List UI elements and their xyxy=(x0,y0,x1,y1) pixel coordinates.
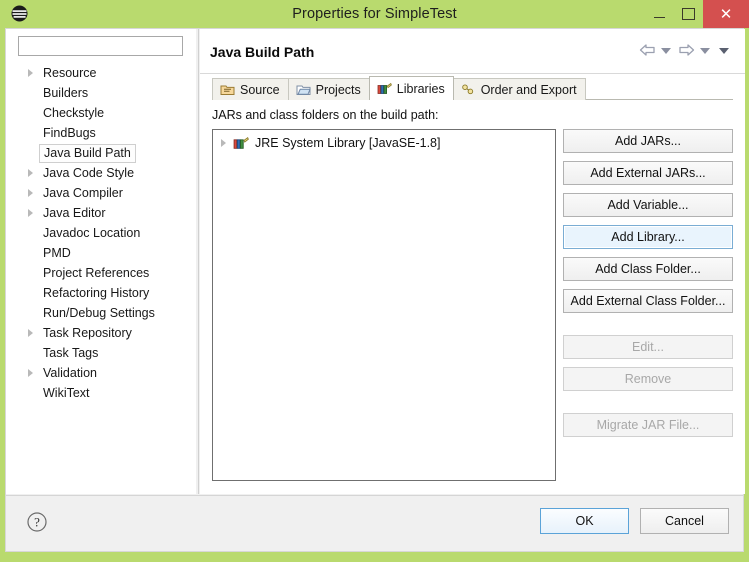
svg-text:?: ? xyxy=(34,515,40,530)
properties-dialog-window: Properties for SimpleTest ✕ Resource Bui… xyxy=(0,0,749,562)
chevron-right-icon xyxy=(28,69,33,77)
list-item[interactable]: JRE System Library [JavaSE-1.8] xyxy=(213,132,555,154)
sidebar-item-label: PMD xyxy=(43,246,71,260)
libraries-tab-content: JARs and class folders on the build path… xyxy=(212,100,733,481)
tab-label: Libraries xyxy=(396,81,445,96)
tab-libraries[interactable]: Libraries xyxy=(368,76,454,100)
chevron-right-icon xyxy=(28,169,33,177)
list-item-label: JRE System Library [JavaSE-1.8] xyxy=(255,136,441,150)
sidebar-item-resource[interactable]: Resource xyxy=(6,63,196,83)
panel-divider[interactable] xyxy=(198,29,199,494)
tab-source[interactable]: Source xyxy=(212,78,289,100)
window-title: Properties for SimpleTest xyxy=(292,6,457,22)
sidebar-item-label: Validation xyxy=(43,366,97,380)
sidebar-item-label: Task Repository xyxy=(43,326,132,340)
close-button[interactable]: ✕ xyxy=(703,0,749,28)
footer-buttons: OK Cancel xyxy=(540,508,729,534)
sidebar-item-findbugs[interactable]: FindBugs xyxy=(6,123,196,143)
filter-input[interactable] xyxy=(18,36,183,56)
dialog-body: Resource Builders Checkstyle FindBugs Ja… xyxy=(5,28,745,552)
sidebar-item-task-tags[interactable]: Task Tags xyxy=(6,343,196,363)
page-title: Java Build Path xyxy=(210,44,315,60)
ok-button[interactable]: OK xyxy=(540,508,629,534)
dialog-footer: ? OK Cancel xyxy=(6,496,743,551)
chevron-right-icon[interactable] xyxy=(221,139,226,147)
sidebar-item-project-references[interactable]: Project References xyxy=(6,263,196,283)
tab-label: Projects xyxy=(315,82,361,97)
source-folder-icon xyxy=(220,83,235,96)
chevron-right-icon xyxy=(28,209,33,217)
chevron-right-icon xyxy=(28,189,33,197)
help-question-icon[interactable]: ? xyxy=(26,511,48,533)
sidebar-item-label: Project References xyxy=(43,266,150,280)
remove-button: Remove xyxy=(563,367,733,391)
main-content-panel: Java Build Path Source Projects Librarie… xyxy=(200,29,745,494)
window-controls: ✕ xyxy=(645,0,749,28)
sidebar-item-java-code-style[interactable]: Java Code Style xyxy=(6,163,196,183)
chevron-down-icon[interactable] xyxy=(661,48,671,54)
maximize-button[interactable] xyxy=(674,0,703,28)
navigation-controls xyxy=(639,43,733,57)
title-bar: Properties for SimpleTest ✕ xyxy=(0,0,749,28)
button-group-spacer xyxy=(563,399,733,413)
sidebar-item-label: Java Editor xyxy=(43,206,106,220)
sidebar-item-pmd[interactable]: PMD xyxy=(6,243,196,263)
add-variable-button[interactable]: Add Variable... xyxy=(563,193,733,217)
sidebar-item-label: Builders xyxy=(43,86,89,100)
libraries-icon xyxy=(377,82,392,95)
add-external-class-folder-button[interactable]: Add External Class Folder... xyxy=(563,289,733,313)
tab-order-and-export[interactable]: Order and Export xyxy=(452,78,586,100)
sidebar-item-label: Refactoring History xyxy=(43,286,150,300)
build-path-list[interactable]: JRE System Library [JavaSE-1.8] xyxy=(212,129,556,481)
project-folder-icon xyxy=(296,83,311,96)
chevron-down-icon[interactable] xyxy=(700,48,710,54)
sidebar-item-label: Task Tags xyxy=(43,346,99,360)
settings-tree: Resource Builders Checkstyle FindBugs Ja… xyxy=(6,63,196,403)
button-group-spacer xyxy=(563,321,733,335)
migrate-jar-file-button: Migrate JAR File... xyxy=(563,413,733,437)
build-path-tabs: Source Projects Libraries Order and Expo… xyxy=(212,76,586,100)
sidebar-item-label: Java Compiler xyxy=(43,186,123,200)
settings-sidebar: Resource Builders Checkstyle FindBugs Ja… xyxy=(6,29,196,494)
sidebar-item-label: Javadoc Location xyxy=(43,226,141,240)
sidebar-item-label: Run/Debug Settings xyxy=(43,306,155,320)
sidebar-item-wikitext[interactable]: WikiText xyxy=(6,383,196,403)
sidebar-item-checkstyle[interactable]: Checkstyle xyxy=(6,103,196,123)
view-menu-chevron-down-icon[interactable] xyxy=(719,48,729,54)
sidebar-item-java-compiler[interactable]: Java Compiler xyxy=(6,183,196,203)
arrow-right-icon[interactable] xyxy=(678,43,695,57)
add-jars-button[interactable]: Add JARs... xyxy=(563,129,733,153)
add-class-folder-button[interactable]: Add Class Folder... xyxy=(563,257,733,281)
add-library-button[interactable]: Add Library... xyxy=(563,225,733,249)
sidebar-item-validation[interactable]: Validation xyxy=(6,363,196,383)
chevron-right-icon xyxy=(28,369,33,377)
sidebar-item-label: Checkstyle xyxy=(43,106,105,120)
sidebar-item-label: Java Build Path xyxy=(39,143,136,163)
sidebar-item-java-editor[interactable]: Java Editor xyxy=(6,203,196,223)
tab-projects[interactable]: Projects xyxy=(287,78,370,100)
sidebar-item-java-build-path[interactable]: Java Build Path xyxy=(6,143,196,163)
title-separator xyxy=(200,73,745,74)
edit-button: Edit... xyxy=(563,335,733,359)
sidebar-item-label: WikiText xyxy=(43,386,90,400)
sidebar-item-refactoring-history[interactable]: Refactoring History xyxy=(6,283,196,303)
cancel-button[interactable]: Cancel xyxy=(640,508,729,534)
sidebar-item-label: FindBugs xyxy=(43,126,96,140)
list-label: JARs and class folders on the build path… xyxy=(212,108,439,122)
chevron-right-icon xyxy=(28,329,33,337)
sidebar-item-javadoc-location[interactable]: Javadoc Location xyxy=(6,223,196,243)
sidebar-item-builders[interactable]: Builders xyxy=(6,83,196,103)
sidebar-item-label: Resource xyxy=(43,66,97,80)
sidebar-item-label: Java Code Style xyxy=(43,166,135,180)
sidebar-item-task-repository[interactable]: Task Repository xyxy=(6,323,196,343)
arrow-left-icon[interactable] xyxy=(639,43,656,57)
library-actions: Add JARs... Add External JARs... Add Var… xyxy=(563,129,733,445)
libraries-icon xyxy=(233,136,249,150)
add-external-jars-button[interactable]: Add External JARs... xyxy=(563,161,733,185)
sidebar-item-run-debug-settings[interactable]: Run/Debug Settings xyxy=(6,303,196,323)
order-export-icon xyxy=(461,83,476,96)
minimize-button[interactable] xyxy=(645,0,674,28)
tab-label: Source xyxy=(240,82,280,97)
tab-label: Order and Export xyxy=(480,82,577,97)
